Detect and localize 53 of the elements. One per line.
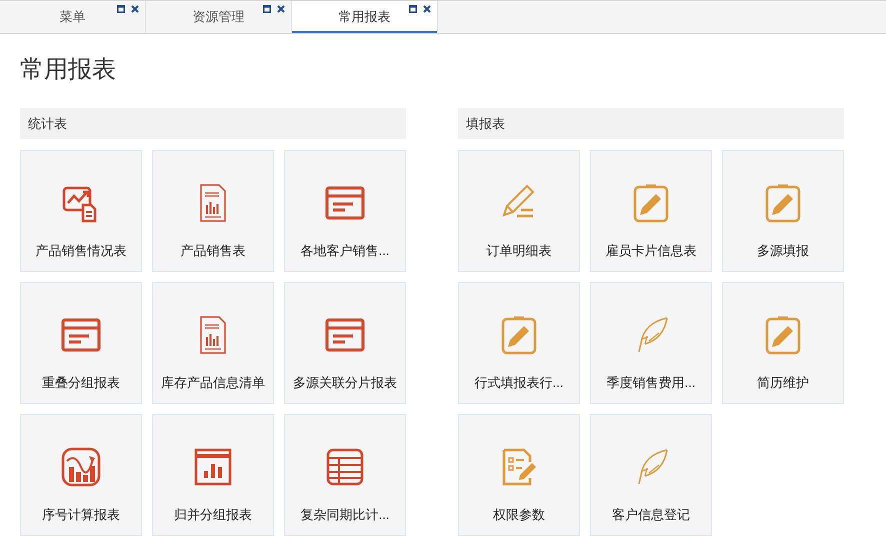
tile-label: 客户信息登记 (612, 506, 690, 524)
tile-label: 多源关联分片报表 (293, 374, 397, 392)
report-tile[interactable]: 产品销售情况表 (20, 150, 142, 272)
maximize-icon[interactable] (117, 5, 125, 13)
tile-label: 复杂同期比计... (300, 506, 390, 524)
report-tile[interactable]: 产品销售表 (152, 150, 274, 272)
tile-label: 序号计算报表 (42, 506, 120, 524)
section-header: 统计表 (20, 108, 406, 139)
report-tile[interactable]: 雇员卡片信息表 (590, 150, 712, 272)
tile-label: 库存产品信息清单 (161, 374, 265, 392)
table-grid-icon (325, 447, 365, 487)
clipboard-pencil-icon (763, 315, 803, 355)
tile-label: 订单明细表 (486, 242, 552, 260)
report-tile[interactable]: 权限参数 (458, 414, 580, 536)
trend-chart-icon (61, 447, 101, 487)
close-icon[interactable] (131, 5, 139, 13)
report-tile[interactable]: 库存产品信息清单 (152, 282, 274, 404)
report-tile[interactable]: 简历维护 (722, 282, 844, 404)
tile-label: 行式填报表行... (474, 374, 564, 392)
tile-label: 简历维护 (757, 374, 809, 392)
tile-label: 归并分组报表 (174, 506, 252, 524)
window-bar-chart-icon (193, 447, 233, 487)
close-icon[interactable] (277, 5, 285, 13)
tab[interactable]: 资源管理 (146, 1, 291, 33)
report-tile[interactable]: 客户信息登记 (590, 414, 712, 536)
tile-label: 产品销售情况表 (36, 242, 126, 260)
tab[interactable]: 常用报表 (292, 1, 437, 33)
page-title: 常用报表 (20, 55, 117, 85)
close-icon[interactable] (423, 5, 431, 13)
report-tile[interactable]: 序号计算报表 (20, 414, 142, 536)
report-tile[interactable]: 各地客户销售... (284, 150, 406, 272)
report-tile[interactable]: 多源关联分片报表 (284, 282, 406, 404)
tile-label: 多源填报 (757, 242, 809, 260)
clipboard-pencil-icon (763, 183, 803, 223)
tile-label: 权限参数 (493, 506, 545, 524)
clipboard-pencil-icon (631, 183, 671, 223)
tile-label: 重叠分组报表 (42, 374, 120, 392)
report-tile[interactable]: 归并分组报表 (152, 414, 274, 536)
clipboard-pencil-icon (499, 315, 539, 355)
tile-label: 季度销售费用... (606, 374, 696, 392)
tile-label: 雇员卡片信息表 (606, 242, 696, 260)
report-tile[interactable]: 重叠分组报表 (20, 282, 142, 404)
maximize-icon[interactable] (263, 5, 271, 13)
report-tile[interactable]: 季度销售费用... (590, 282, 712, 404)
section-header: 填报表 (458, 108, 844, 139)
report-tile[interactable]: 复杂同期比计... (284, 414, 406, 536)
report-tile[interactable]: 多源填报 (722, 150, 844, 272)
report-tile[interactable]: 行式填报表行... (458, 282, 580, 404)
tile-label: 产品销售表 (180, 242, 246, 260)
tile-label: 各地客户销售... (300, 242, 390, 260)
report-tile[interactable]: 订单明细表 (458, 150, 580, 272)
tab[interactable]: 菜单 (0, 1, 145, 33)
maximize-icon[interactable] (409, 5, 417, 13)
